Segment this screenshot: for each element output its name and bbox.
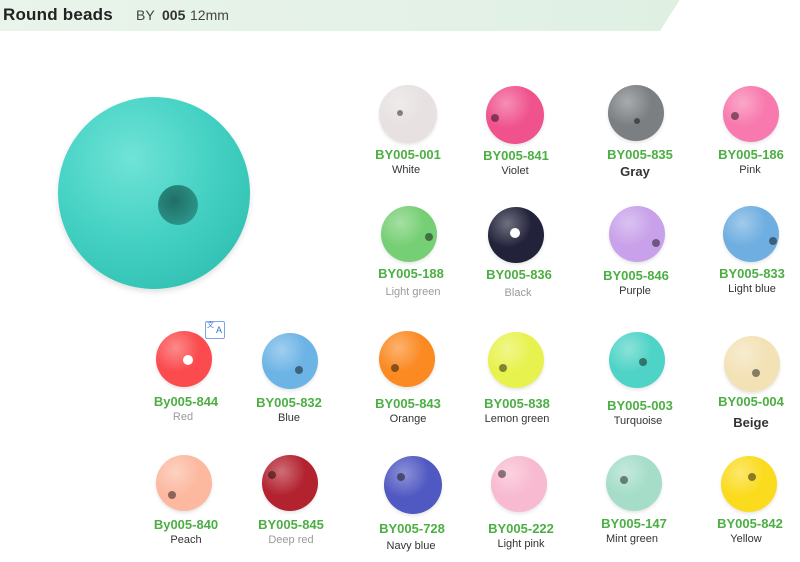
bead-color-name: Mint green [606, 533, 658, 545]
bead-color-name: Gray [620, 164, 650, 179]
featured-bead-hole [158, 185, 198, 225]
page-title: Round beads [3, 5, 113, 24]
bead-code: BY005-147 [601, 516, 667, 531]
bead-hole [268, 471, 277, 480]
bead-code: BY005-845 [258, 517, 324, 532]
bead-code: BY005-842 [717, 516, 783, 531]
bead-color-name: Light blue [728, 283, 776, 295]
bead-color-name: Light green [385, 286, 441, 298]
bead-hole [619, 475, 628, 484]
product-size: 12mm [190, 7, 229, 23]
bead-swatch [262, 333, 318, 389]
bead-hole [498, 363, 507, 372]
bead-color-name: Peach [170, 534, 202, 546]
bead-code: BY005-836 [486, 267, 552, 282]
bead-code: BY005-222 [488, 521, 554, 536]
bead-color-name: Lemon green [484, 413, 550, 425]
bead-hole [769, 236, 778, 245]
bead-color-name: Beige [733, 415, 769, 430]
bead-hole [425, 233, 434, 242]
bead-swatch [606, 455, 662, 511]
bead-color-name: Turquoise [613, 415, 663, 427]
bead-color-name: Red [172, 411, 194, 423]
bead-code: BY005-832 [256, 395, 322, 410]
bead-swatch [156, 455, 212, 511]
bead-hole [638, 358, 647, 367]
bead-swatch [156, 331, 212, 387]
bead-swatch [721, 456, 777, 512]
bead-code: BY005-003 [607, 398, 673, 413]
bead-color-name: Blue [277, 412, 301, 424]
bead-swatch [488, 207, 544, 263]
bead-code: BY005-186 [718, 147, 784, 162]
bead-swatch [609, 332, 665, 388]
bead-swatch [723, 206, 779, 262]
bead-hole [396, 109, 403, 116]
bead-code: BY005-188 [378, 266, 444, 281]
bead-swatch [609, 206, 665, 262]
bead-code: BY005-001 [375, 147, 441, 162]
bead-swatch [262, 455, 318, 511]
bead-color-name: Light pink [497, 538, 545, 550]
bead-swatch [723, 86, 779, 142]
bead-code: BY005-838 [484, 396, 550, 411]
product-code-number: 005 [162, 7, 186, 23]
bead-color-name: Pink [739, 164, 761, 176]
bead-swatch [381, 206, 437, 262]
product-code-prefix: BY [136, 7, 155, 23]
bead-code: BY005-841 [483, 148, 549, 163]
bead-color-name: White [391, 164, 421, 176]
featured-bead-image [58, 97, 250, 289]
header-fade [660, 0, 800, 31]
bead-hole [652, 238, 661, 247]
bead-code: BY005-846 [603, 268, 669, 283]
bead-code: BY005-004 [718, 394, 784, 409]
bead-hole [509, 227, 520, 238]
bead-code: By005-844 [153, 394, 219, 409]
bead-hole [752, 368, 761, 377]
bead-swatch [608, 85, 664, 141]
bead-code: BY005-843 [375, 396, 441, 411]
bead-hole [731, 112, 740, 121]
bead-hole [397, 472, 406, 481]
bead-color-name: Purple [619, 285, 651, 297]
bead-swatch [486, 86, 544, 144]
bead-code: BY005-728 [379, 521, 445, 536]
bead-code: BY005-833 [719, 266, 785, 281]
bead-hole [167, 491, 176, 500]
bead-swatch [379, 331, 435, 387]
bead-swatch [488, 332, 544, 388]
bead-code: By005-840 [153, 517, 219, 532]
bead-color-name: Black [504, 287, 532, 299]
bead-swatch [491, 456, 547, 512]
bead-swatch [724, 336, 780, 392]
bead-code: BY005-835 [607, 147, 673, 162]
bead-hole [294, 365, 303, 374]
bead-color-name: Deep red [268, 534, 314, 546]
translate-icon[interactable]: 文A [205, 321, 225, 339]
bead-color-name: Violet [501, 165, 529, 177]
bead-hole [491, 114, 500, 123]
bead-color-name: Orange [389, 413, 427, 425]
bead-color-name: Navy blue [386, 540, 436, 552]
bead-hole [748, 473, 757, 482]
bead-swatch [384, 456, 442, 514]
bead-hole [634, 117, 641, 124]
bead-color-name: Yellow [730, 533, 762, 545]
bead-hole [498, 469, 507, 478]
bead-hole [390, 363, 399, 372]
bead-swatch [379, 85, 437, 143]
bead-hole [183, 355, 194, 366]
